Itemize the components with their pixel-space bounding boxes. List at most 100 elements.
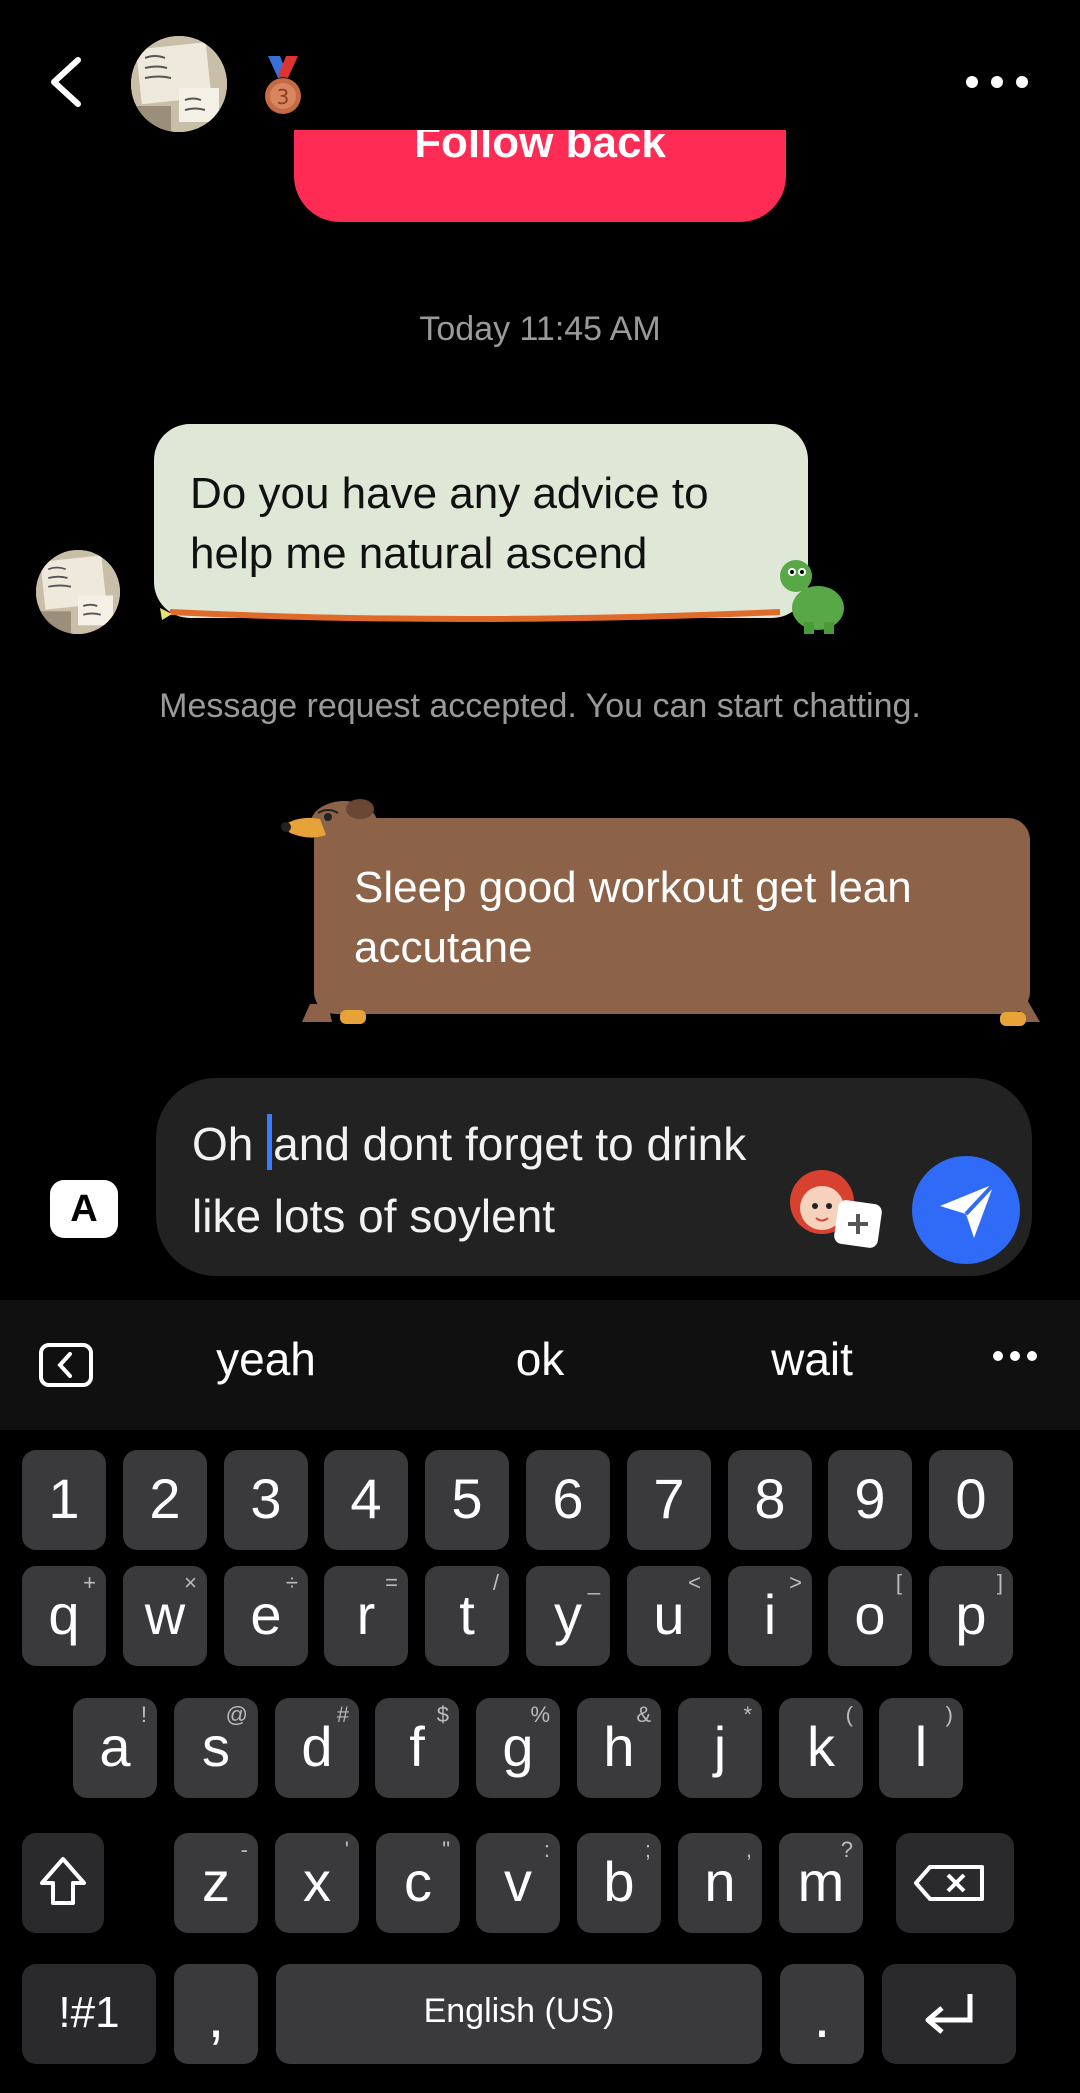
suggestion-bar: yeah ok wait (0, 1300, 1080, 1430)
key-alt-label: ? (840, 1837, 853, 1862)
key-alt-label: < (688, 1570, 701, 1595)
key-d[interactable]: d # (275, 1698, 359, 1798)
message-composer[interactable]: Oh and dont forget to drink like lots of… (156, 1078, 1032, 1276)
key-f[interactable]: f $ (375, 1698, 459, 1798)
add-sticker-icon[interactable] (788, 1162, 888, 1252)
key-6[interactable]: 6 (526, 1450, 610, 1550)
key-alt-label: [ (895, 1570, 902, 1595)
key-j[interactable]: j * (678, 1698, 762, 1798)
key-label: 0 (955, 1467, 987, 1530)
key-z[interactable]: z- (174, 1833, 258, 1933)
shift-key[interactable] (22, 1833, 104, 1933)
key-s[interactable]: s @ (174, 1698, 258, 1798)
outgoing-message-text: Sleep good workout get lean accutane (354, 863, 912, 972)
key-0[interactable]: 0 (929, 1450, 1013, 1550)
enter-key[interactable] (882, 1964, 1016, 2064)
period-key[interactable]: . (780, 1964, 864, 2064)
period-key-label: . (813, 1983, 831, 2050)
key-label: 9 (854, 1467, 886, 1530)
key-v[interactable]: v: (476, 1833, 560, 1933)
key-alt-label: × (184, 1570, 197, 1595)
input-text-after-cursor: and dont forget to drink like lots of so… (192, 1118, 760, 1242)
key-p[interactable]: p] (929, 1566, 1013, 1666)
key-5[interactable]: 5 (425, 1450, 509, 1550)
key-t[interactable]: t / (425, 1566, 509, 1666)
svg-text:3: 3 (277, 85, 290, 109)
message-timestamp: Today 11:45 AM (419, 310, 661, 348)
key-b[interactable]: b; (577, 1833, 661, 1933)
key-a[interactable]: a! (73, 1698, 157, 1798)
backspace-key[interactable] (896, 1833, 1014, 1933)
key-8[interactable]: 8 (728, 1450, 812, 1550)
key-alt-label: ' (344, 1837, 349, 1862)
key-q[interactable]: q + (22, 1566, 106, 1666)
key-alt-label: ] (996, 1570, 1003, 1595)
dinosaur-sticker-icon (778, 556, 848, 636)
key-9[interactable]: 9 (828, 1450, 912, 1550)
key-4[interactable]: 4 (324, 1450, 408, 1550)
key-alt-label: $ (436, 1702, 449, 1727)
space-key[interactable]: English (US) (276, 1964, 762, 2064)
contact-avatar[interactable] (131, 36, 227, 132)
symbols-key-label: !#1 (58, 1988, 120, 2037)
key-c[interactable]: c " (376, 1833, 460, 1933)
key-label: 6 (552, 1467, 584, 1530)
bubble-decoration (160, 604, 790, 626)
key-g[interactable]: g% (476, 1698, 560, 1798)
key-k[interactable]: k( (779, 1698, 863, 1798)
key-r[interactable]: r = (324, 1566, 408, 1666)
key-alt-label: # (336, 1702, 349, 1727)
key-label: 1 (48, 1467, 80, 1530)
suggestion-3[interactable]: wait (712, 1332, 912, 1386)
key-label: 3 (250, 1467, 282, 1530)
key-w[interactable]: w × (123, 1566, 207, 1666)
symbols-key[interactable]: !#1 (22, 1964, 156, 2064)
incoming-message-bubble[interactable]: Do you have any advice to help me natura… (154, 424, 808, 618)
key-label: 4 (350, 1467, 382, 1530)
suggestion-2[interactable]: ok (440, 1332, 640, 1386)
input-text-before-cursor: Oh (192, 1118, 267, 1170)
key-n[interactable]: n, (678, 1833, 762, 1933)
send-icon[interactable] (912, 1156, 1020, 1264)
space-key-label: English (US) (423, 1992, 615, 2030)
key-label: 5 (451, 1467, 483, 1530)
key-m[interactable]: m? (779, 1833, 863, 1933)
key-y[interactable]: y _ (526, 1566, 610, 1666)
key-x[interactable]: x ' (275, 1833, 359, 1933)
key-alt-label: - (240, 1837, 248, 1862)
keyboard-mode-button[interactable]: A (50, 1180, 118, 1238)
soft-keyboard: yeah ok wait 1 2 3 4 5 6 7 8 9 0 q + w × e ÷ r = t / y _ u < i > o… (0, 1300, 1080, 2093)
message-input[interactable]: Oh and dont forget to drink like lots of… (192, 1108, 752, 1252)
incoming-message-text: Do you have any advice to help me natura… (190, 469, 709, 578)
key-alt-label: ) (945, 1702, 953, 1727)
key-u[interactable]: u < (627, 1566, 711, 1666)
more-suggestions-icon[interactable] (990, 1346, 1040, 1366)
key-alt-label: : (543, 1837, 550, 1862)
key-o[interactable]: o[ (828, 1566, 912, 1666)
key-2[interactable]: 2 (123, 1450, 207, 1550)
key-alt-label: , (745, 1837, 752, 1862)
key-i[interactable]: i > (728, 1566, 812, 1666)
keyboard-collapse-icon[interactable] (38, 1342, 94, 1388)
medal-icon: 3 (258, 56, 308, 118)
key-l[interactable]: l) (879, 1698, 963, 1798)
comma-key[interactable]: , (174, 1964, 258, 2064)
key-alt-label: > (789, 1570, 802, 1595)
key-1[interactable]: 1 (22, 1450, 106, 1550)
back-icon[interactable] (40, 52, 100, 112)
outgoing-message-bubble[interactable]: Sleep good workout get lean accutane (314, 818, 1030, 1014)
follow-back-button[interactable]: Follow back (294, 130, 786, 222)
key-h[interactable]: h & (577, 1698, 661, 1798)
key-3[interactable]: 3 (224, 1450, 308, 1550)
dachshund-sticker-icon (280, 795, 390, 867)
system-message: Message request accepted. You can start … (159, 687, 921, 725)
suggestion-1[interactable]: yeah (166, 1332, 366, 1386)
key-alt-label: @ (225, 1702, 248, 1727)
key-e[interactable]: e ÷ (224, 1566, 308, 1666)
key-alt-label: ÷ (285, 1570, 298, 1595)
sender-avatar[interactable] (36, 550, 120, 634)
key-label: 8 (754, 1467, 786, 1530)
key-alt-label: + (83, 1570, 96, 1595)
key-7[interactable]: 7 (627, 1450, 711, 1550)
more-options-icon[interactable] (962, 62, 1032, 102)
